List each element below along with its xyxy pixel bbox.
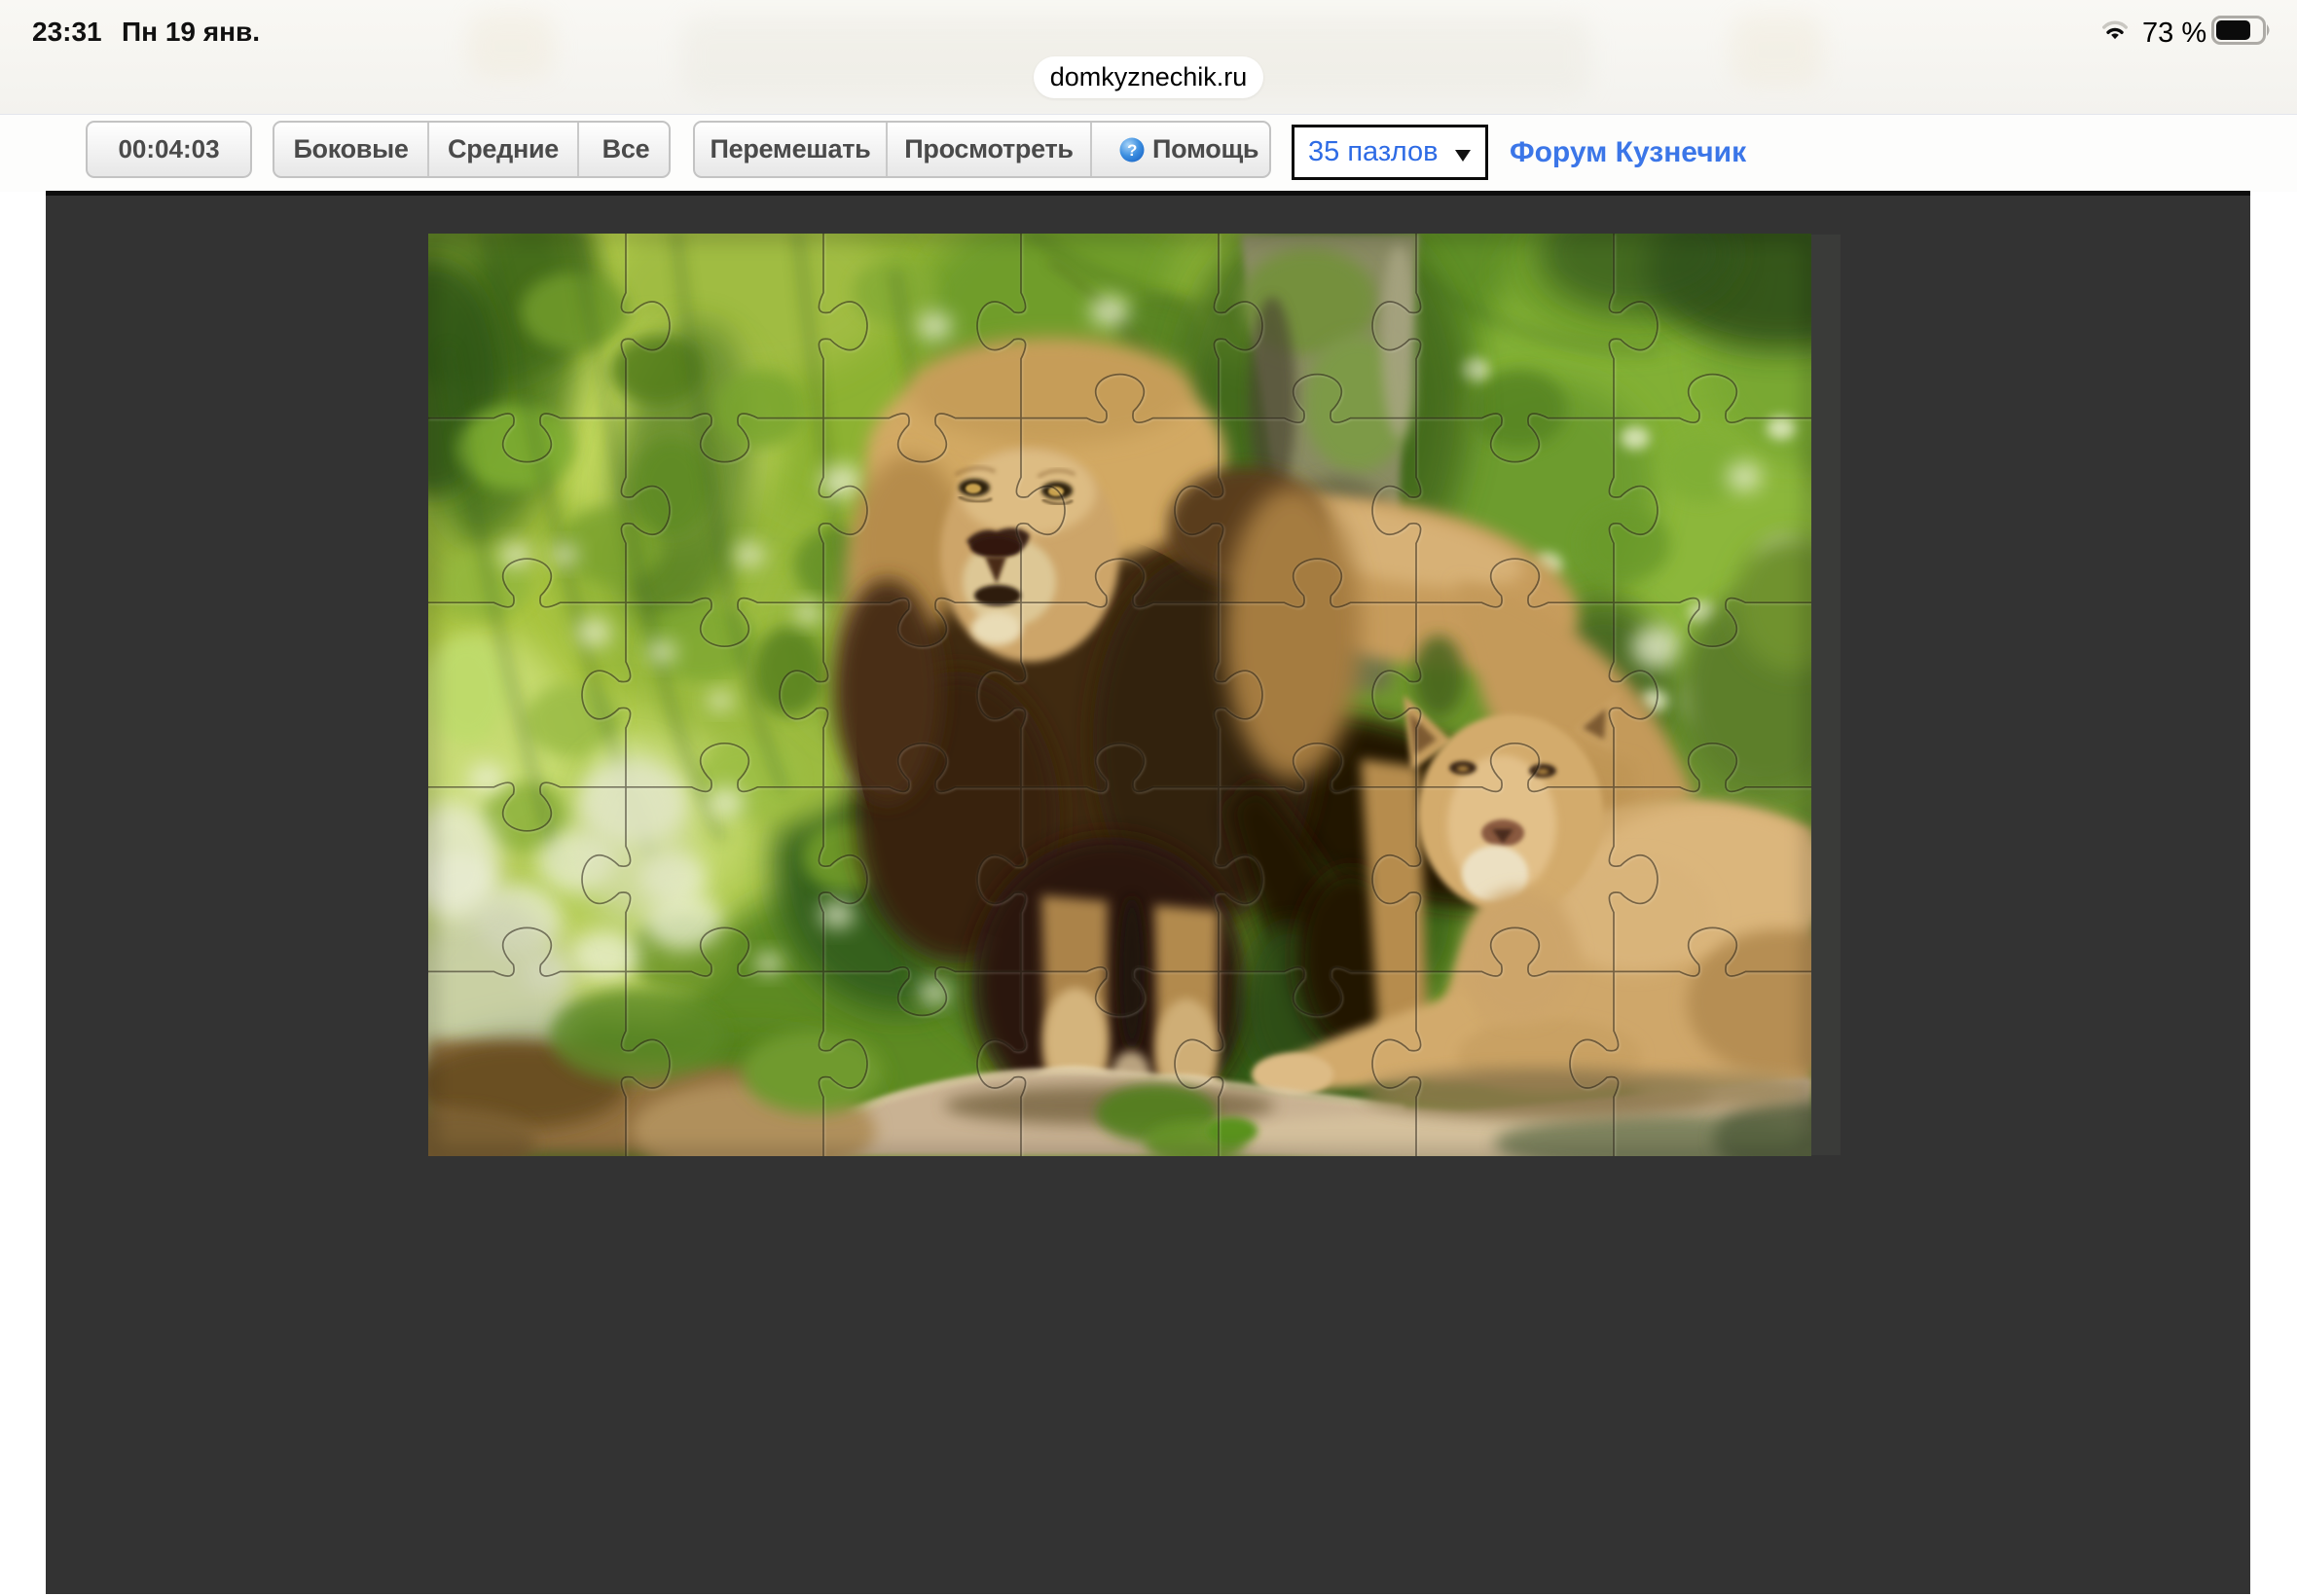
svg-text:?: ? (1127, 141, 1137, 160)
